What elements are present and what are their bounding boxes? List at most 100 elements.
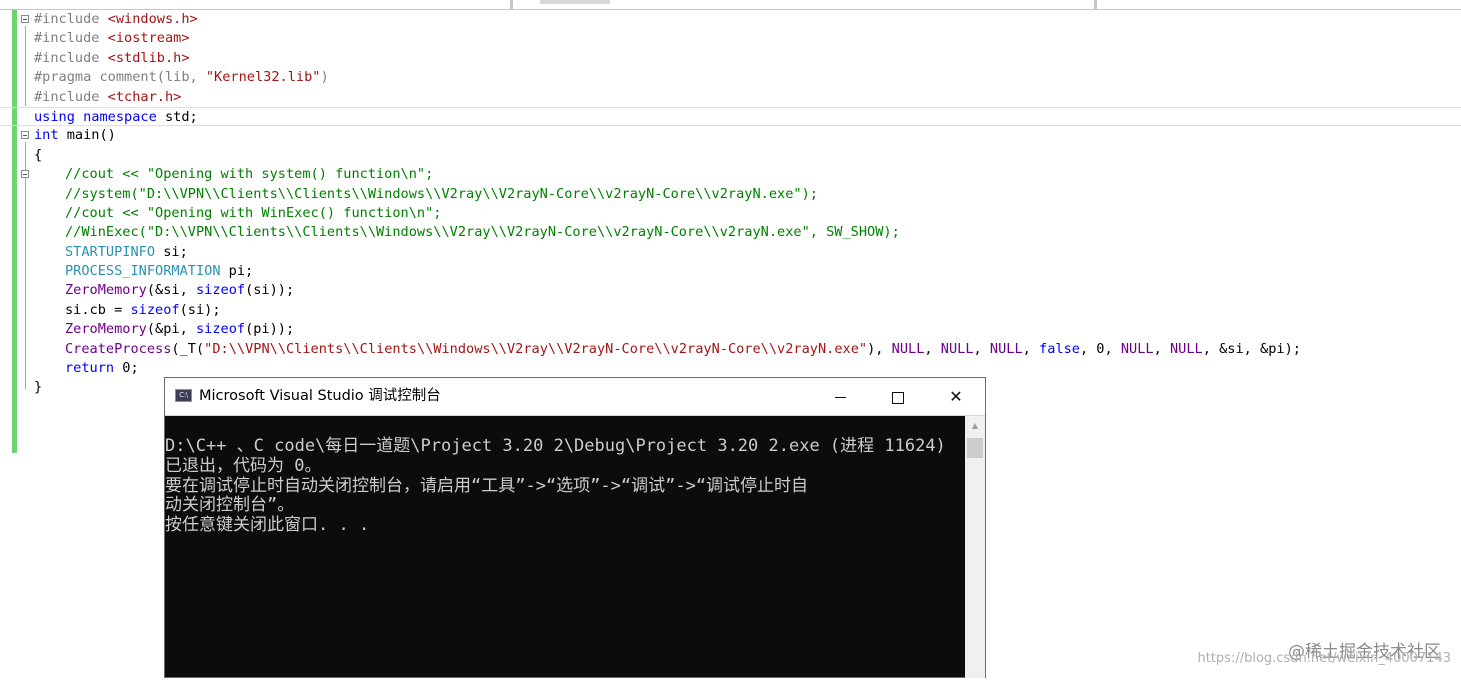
code-line[interactable]: //cout << "Opening with WinExec() functi…: [0, 204, 1461, 223]
code-token: si.cb =: [65, 301, 131, 318]
code-token: //cout << "Opening with WinExec() functi…: [65, 204, 442, 221]
code-token: (&pi,: [146, 321, 196, 338]
console-scrollbar[interactable]: ▲: [965, 416, 985, 678]
code-token: ),: [867, 340, 892, 357]
code-token: ,: [924, 340, 941, 357]
code-token: //WinExec("D:\\VPN\\Clients\\Clients\\Wi…: [65, 224, 900, 241]
collapse-toggle-icon[interactable]: [21, 131, 29, 140]
code-token: sizeof: [195, 321, 246, 338]
code-text: ZeroMemory(&pi, sizeof(pi));: [65, 320, 294, 339]
debug-console-window[interactable]: C:\ Microsoft Visual Studio 调试控制台 ✕ D:\C…: [164, 377, 986, 678]
code-line[interactable]: #include <tchar.h>: [0, 88, 1461, 107]
code-text: CreateProcess(_T("D:\\VPN\\Clients\\Clie…: [65, 340, 1301, 359]
code-token: ZeroMemory: [65, 282, 147, 299]
code-line[interactable]: #include <iostream>: [0, 29, 1461, 48]
scroll-up-arrow-icon[interactable]: ▲: [965, 416, 985, 436]
code-text: #include <iostream>: [34, 29, 190, 48]
maximize-icon: [892, 391, 904, 404]
collapse-toggle-icon[interactable]: [21, 15, 29, 23]
maximize-button[interactable]: [869, 378, 927, 415]
code-token: CreateProcess: [65, 340, 172, 357]
code-token: si;: [155, 243, 188, 260]
console-titlebar[interactable]: C:\ Microsoft Visual Studio 调试控制台 ✕: [165, 378, 985, 416]
code-text: return 0;: [65, 359, 139, 378]
code-line[interactable]: #pragma comment(lib, "Kernel32.lib"): [0, 68, 1461, 87]
code-token: #include: [34, 11, 108, 27]
code-token: namespace: [83, 108, 157, 125]
code-token: (_T(: [171, 340, 205, 357]
code-token: ZeroMemory: [65, 321, 147, 338]
code-token: STARTUPINFO: [65, 243, 156, 260]
code-token: {: [34, 146, 43, 163]
code-line[interactable]: //cout << "Opening with system() functio…: [0, 165, 1461, 184]
code-area[interactable]: #include <windows.h> #include <iostream> #…: [0, 10, 1461, 398]
code-token: pi;: [220, 263, 254, 280]
code-text: #include <stdlib.h>: [34, 49, 190, 68]
code-token: (pi));: [245, 321, 295, 338]
code-token: <tchar.h>: [107, 88, 182, 105]
code-token: using: [34, 108, 75, 125]
watermark-url: https://blog.csdn.net/weixin_40007143: [1197, 651, 1451, 666]
code-token: //system("D:\\VPN\\Clients\\Clients\\Win…: [65, 185, 818, 202]
code-text: ZeroMemory(&si, sizeof(si));: [65, 281, 294, 300]
code-token: ,: [973, 340, 990, 357]
code-line[interactable]: si.cb = sizeof(si);: [0, 301, 1461, 320]
code-token: ,: [1153, 340, 1170, 357]
code-text: }: [34, 378, 42, 397]
code-token: <iostream>: [107, 30, 190, 47]
code-token: NULL: [1120, 340, 1154, 357]
code-text: //cout << "Opening with WinExec() functi…: [65, 204, 441, 223]
code-text: int main(): [34, 126, 116, 145]
code-text: PROCESS_INFORMATION pi;: [65, 262, 253, 281]
code-token: NULL: [1169, 340, 1203, 357]
tab-separator: [510, 0, 513, 9]
code-token: NULL: [940, 340, 974, 357]
code-line[interactable]: PROCESS_INFORMATION pi;: [0, 262, 1461, 281]
code-line[interactable]: ZeroMemory(&pi, sizeof(pi));: [0, 320, 1461, 339]
code-text: {: [34, 146, 42, 165]
code-token: <stdlib.h>: [107, 49, 190, 66]
minimize-button[interactable]: [811, 378, 869, 415]
code-token: return: [65, 360, 115, 377]
collapse-toggle-icon[interactable]: [21, 170, 29, 179]
code-token: std;: [156, 108, 198, 125]
code-line[interactable]: //WinExec("D:\\VPN\\Clients\\Clients\\Wi…: [0, 223, 1461, 242]
code-line[interactable]: //system("D:\\VPN\\Clients\\Clients\\Win…: [0, 185, 1461, 204]
close-button[interactable]: ✕: [927, 378, 985, 415]
code-line[interactable]: return 0;: [0, 359, 1461, 378]
code-line[interactable]: CreateProcess(_T("D:\\VPN\\Clients\\Clie…: [0, 340, 1461, 359]
code-token: "D:\\VPN\\Clients\\Clients\\Windows\\V2r…: [204, 340, 868, 357]
code-text: //system("D:\\VPN\\Clients\\Clients\\Win…: [65, 185, 818, 204]
code-token: (si);: [179, 301, 221, 318]
tab-separator: [1094, 0, 1097, 9]
code-token: #include: [34, 49, 108, 66]
code-token: 0;: [114, 360, 139, 377]
scroll-thumb[interactable]: [967, 438, 983, 458]
code-token: NULL: [989, 340, 1023, 357]
tab-strip: [0, 0, 1461, 10]
code-text: si.cb = sizeof(si);: [65, 301, 221, 320]
code-line[interactable]: using namespace std;: [0, 106, 1461, 127]
code-line[interactable]: STARTUPINFO si;: [0, 243, 1461, 262]
code-token: #include: [34, 30, 108, 47]
code-text: //WinExec("D:\\VPN\\Clients\\Clients\\Wi…: [65, 223, 900, 242]
code-line[interactable]: #include <windows.h>: [0, 10, 1461, 29]
code-text: #include <windows.h>: [34, 10, 198, 29]
tab-stub: [540, 0, 610, 4]
close-icon: ✕: [949, 387, 963, 406]
code-line[interactable]: #include <stdlib.h>: [0, 49, 1461, 68]
code-line[interactable]: ZeroMemory(&si, sizeof(si));: [0, 281, 1461, 300]
code-line[interactable]: int main(): [0, 126, 1461, 145]
code-token: "Kernel32.lib": [205, 69, 321, 86]
code-token: (lib,: [156, 69, 206, 86]
code-token: main(): [58, 127, 116, 144]
code-token: (si));: [245, 282, 295, 299]
code-token: //cout << "Opening with system() functio…: [65, 166, 434, 183]
console-app-icon: C:\: [175, 389, 192, 402]
code-token: (&si,: [146, 282, 196, 299]
code-token: sizeof: [130, 301, 180, 318]
code-line[interactable]: {: [0, 146, 1461, 165]
code-text: //cout << "Opening with system() functio…: [65, 165, 433, 184]
code-token: #pragma comment: [34, 69, 157, 86]
